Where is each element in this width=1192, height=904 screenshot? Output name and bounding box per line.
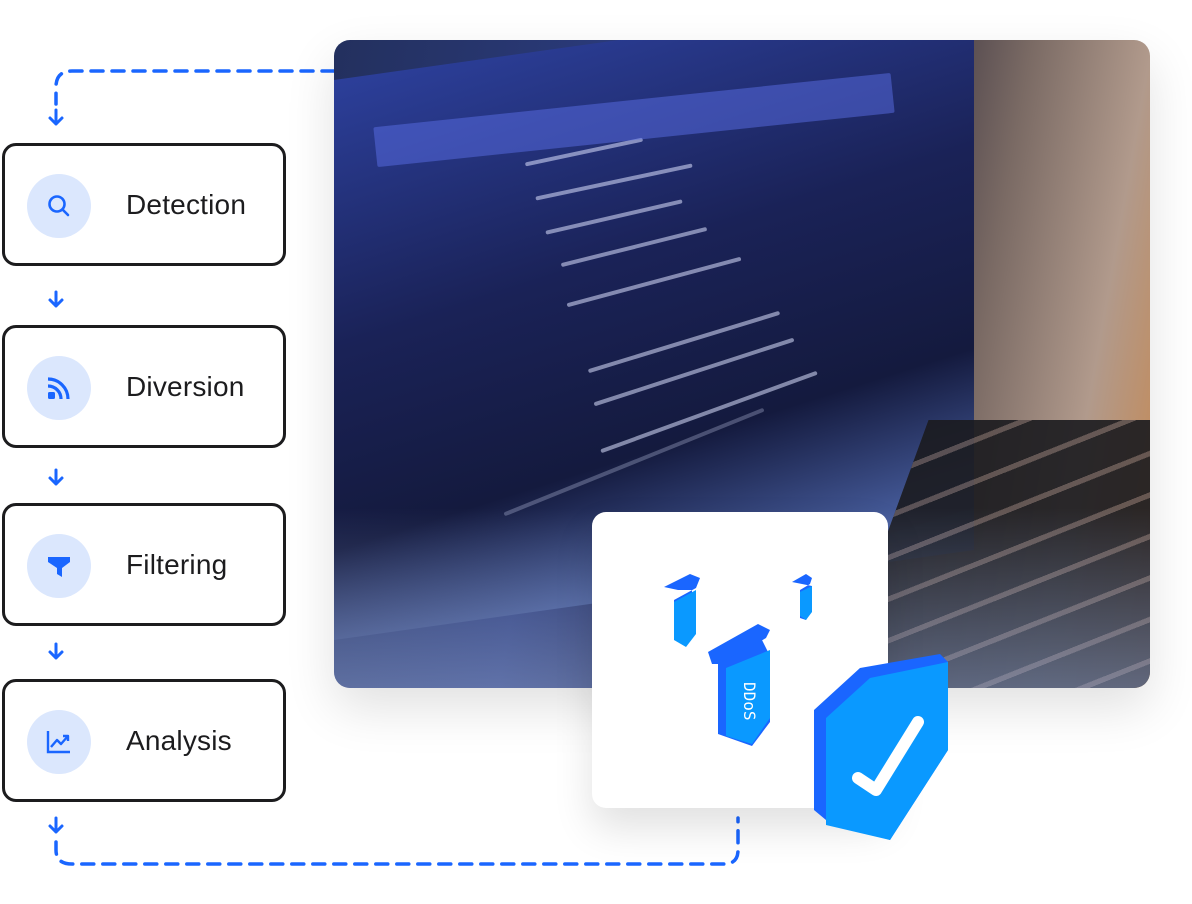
arrow-down-icon (48, 642, 64, 660)
step-label: Filtering (126, 548, 228, 580)
step-analysis: Analysis (2, 679, 286, 802)
rss-icon (27, 356, 91, 420)
shield-check-icon (814, 654, 948, 840)
search-icon (27, 174, 91, 238)
chart-line-icon (27, 710, 91, 774)
arrow-down-icon (48, 816, 64, 834)
step-label: Detection (126, 188, 247, 220)
arrow-down-icon (48, 290, 64, 308)
ddos-label: DDoS (740, 682, 759, 721)
step-diversion: Diversion (2, 325, 286, 448)
step-detection: Detection (2, 143, 286, 266)
filter-icon (27, 534, 91, 598)
arrow-down-icon (48, 108, 64, 126)
step-label: Diversion (126, 370, 245, 402)
step-label: Analysis (126, 724, 232, 756)
step-filtering: Filtering (2, 503, 286, 626)
arrow-down-icon (48, 468, 64, 486)
